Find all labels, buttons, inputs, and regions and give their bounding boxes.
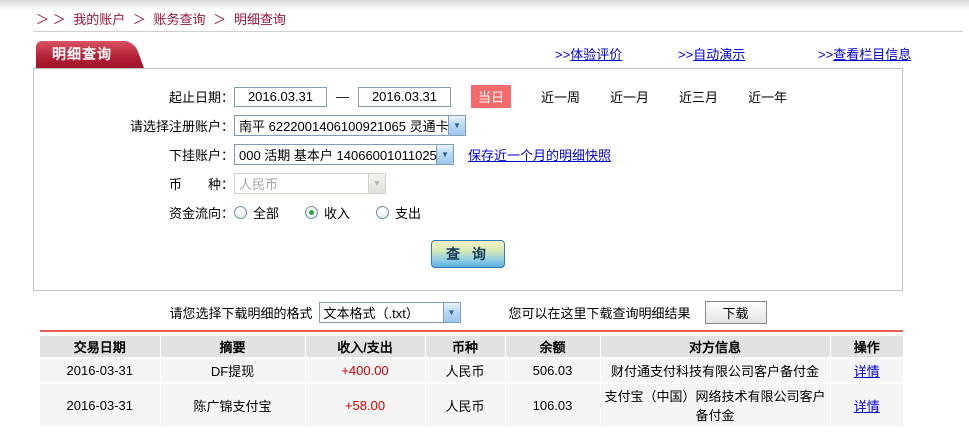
date-range-row: 起止日期： — 当日 近一周 近一月 近三月 近一年	[34, 82, 902, 111]
quick-range-month[interactable]: 近一月	[610, 87, 649, 106]
registered-account-select[interactable]: 南平 6222001406100921065 灵通卡 ▼	[234, 115, 466, 136]
sub-account-select[interactable]: 000 活期 基本户 1406600101102571848 ▼	[234, 144, 454, 165]
red-separator-line	[40, 330, 903, 332]
link-arrows: >>	[555, 47, 571, 62]
chevron-down-icon[interactable]: ▼	[436, 145, 453, 164]
link-view-column-info[interactable]: >>查看栏目信息	[818, 44, 911, 63]
cell-counterparty: 财付通支付科技有限公司客户备付金	[600, 358, 831, 384]
registered-account-value: 南平 6222001406100921065 灵通卡	[239, 119, 448, 134]
currency-select-disabled: 人民币 ▼	[234, 173, 386, 194]
detail-link[interactable]: 详情	[854, 399, 880, 414]
date-to-input[interactable]	[358, 86, 451, 107]
radio-flow-all[interactable]: 全部	[234, 203, 279, 222]
snapshot-link[interactable]: 保存近一个月的明细快照	[468, 145, 611, 164]
header-counterparty: 对方信息	[600, 336, 831, 359]
top-links: >>体验评价 >>自动演示 >>查看栏目信息	[0, 44, 969, 62]
currency-row: 币 种： 人民币 ▼	[34, 169, 902, 198]
download-hint: 您可以在这里下载查询明细结果	[508, 305, 691, 321]
table-header-row: 交易日期 摘要 收入/支出 币种 余额 对方信息 操作	[40, 336, 903, 359]
registered-account-label: 请选择注册账户：	[129, 119, 234, 134]
sub-account-value: 000 活期 基本户 1406600101102571848	[239, 148, 436, 163]
cell-counterparty: 支付宝（中国）网络技术有限公司客户备付金	[600, 383, 831, 428]
currency-label: 币 种：	[168, 177, 234, 192]
divider-line	[33, 31, 963, 32]
chevron-down-icon: ▼	[368, 174, 385, 193]
download-format-value: 文本格式（.txt）	[323, 305, 419, 321]
results-table: 交易日期 摘要 收入/支出 币种 余额 对方信息 操作 2016-03-31 D…	[40, 336, 903, 428]
breadcrumb-item-my-account[interactable]: 我的账户	[73, 12, 125, 27]
cell-amount: +400.00	[305, 358, 426, 384]
radio-icon[interactable]	[376, 206, 390, 219]
header-balance: 余额	[505, 336, 601, 359]
download-row: 请您选择下载明细的格式 文本格式（.txt） ▼ 您可以在这里下载查询明细结果 …	[33, 300, 903, 324]
flow-direction-row: 资金流向： 全部 收入 支出	[34, 198, 902, 227]
query-button[interactable]: 查 询	[431, 240, 505, 268]
quick-range-year[interactable]: 近一年	[748, 87, 787, 106]
header-action: 操作	[830, 336, 903, 359]
cell-currency: 人民币	[425, 383, 506, 428]
tab-detail-query: 明细查询	[36, 41, 124, 68]
cell-currency: 人民币	[425, 358, 506, 384]
table-row: 2016-03-31 陈广锦支付宝 +58.00 人民币 106.03 支付宝（…	[40, 383, 903, 428]
download-button[interactable]: 下载	[704, 300, 767, 324]
currency-value: 人民币	[239, 177, 279, 192]
date-from-input[interactable]	[234, 86, 327, 107]
link-auto-demo[interactable]: >>自动演示	[678, 44, 745, 63]
date-range-label: 起止日期：	[168, 90, 234, 105]
quick-range-today[interactable]: 当日	[471, 85, 512, 108]
header-summary: 摘要	[160, 336, 306, 359]
link-label: 自动演示	[693, 47, 746, 62]
radio-flow-income[interactable]: 收入	[305, 203, 350, 222]
header-amount: 收入/支出	[305, 336, 426, 359]
cell-balance: 106.03	[505, 383, 601, 428]
cell-date: 2016-03-31	[40, 383, 161, 428]
cell-amount: +58.00	[305, 383, 426, 428]
cell-date: 2016-03-31	[40, 358, 161, 384]
breadcrumb-item-detail-query[interactable]: 明细查询	[234, 12, 286, 27]
cell-summary: 陈广锦支付宝	[160, 383, 306, 428]
chevron-down-icon[interactable]: ▼	[442, 302, 460, 322]
radio-label: 收入	[324, 206, 351, 221]
sub-account-row: 下挂账户： 000 活期 基本户 1406600101102571848 ▼ 保…	[34, 140, 902, 169]
breadcrumb-item-account-query[interactable]: 账务查询	[154, 12, 206, 27]
flow-direction-label: 资金流向：	[168, 206, 234, 221]
link-experience-rating[interactable]: >>体验评价	[555, 44, 622, 63]
radio-selected-icon[interactable]	[305, 206, 319, 219]
chevron-down-icon[interactable]: ▼	[448, 116, 465, 135]
header-currency: 币种	[425, 336, 506, 359]
breadcrumb-separator: ＞	[213, 12, 227, 27]
cell-balance: 506.03	[505, 358, 601, 384]
detail-link[interactable]: 详情	[854, 364, 880, 379]
table-row: 2016-03-31 DF提现 +400.00 人民币 506.03 财付通支付…	[40, 358, 903, 384]
query-form-panel: 起止日期： — 当日 近一周 近一月 近三月 近一年 请选择注册账户： 南平 6…	[33, 68, 903, 291]
link-arrows: >>	[678, 47, 694, 62]
page: ＞ ＞ 我的账户 ＞ 账务查询 ＞ 明细查询 明细查询 >>体验评价 >>自动演…	[0, 0, 969, 447]
date-dash: —	[336, 89, 349, 104]
download-format-select[interactable]: 文本格式（.txt） ▼	[318, 301, 461, 323]
quick-range-week[interactable]: 近一周	[541, 87, 580, 106]
breadcrumb-prefix: ＞ ＞	[36, 12, 66, 27]
query-button-row: 查 询	[34, 240, 902, 268]
header-date: 交易日期	[40, 336, 161, 359]
quick-range-quarter[interactable]: 近三月	[679, 87, 718, 106]
radio-icon[interactable]	[234, 206, 247, 219]
link-label: 体验评价	[570, 47, 623, 62]
cell-summary: DF提现	[160, 358, 306, 384]
link-label: 查看栏目信息	[833, 47, 912, 62]
radio-label: 支出	[395, 206, 422, 221]
link-arrows: >>	[818, 47, 834, 62]
radio-label: 全部	[253, 206, 280, 221]
download-format-label: 请您选择下载明细的格式	[169, 305, 313, 321]
radio-flow-expense[interactable]: 支出	[376, 203, 421, 222]
registered-account-row: 请选择注册账户： 南平 6222001406100921065 灵通卡 ▼	[34, 111, 902, 140]
sub-account-label: 下挂账户：	[168, 148, 234, 163]
breadcrumb: ＞ ＞ 我的账户 ＞ 账务查询 ＞ 明细查询	[36, 9, 290, 28]
breadcrumb-separator: ＞	[132, 12, 146, 27]
